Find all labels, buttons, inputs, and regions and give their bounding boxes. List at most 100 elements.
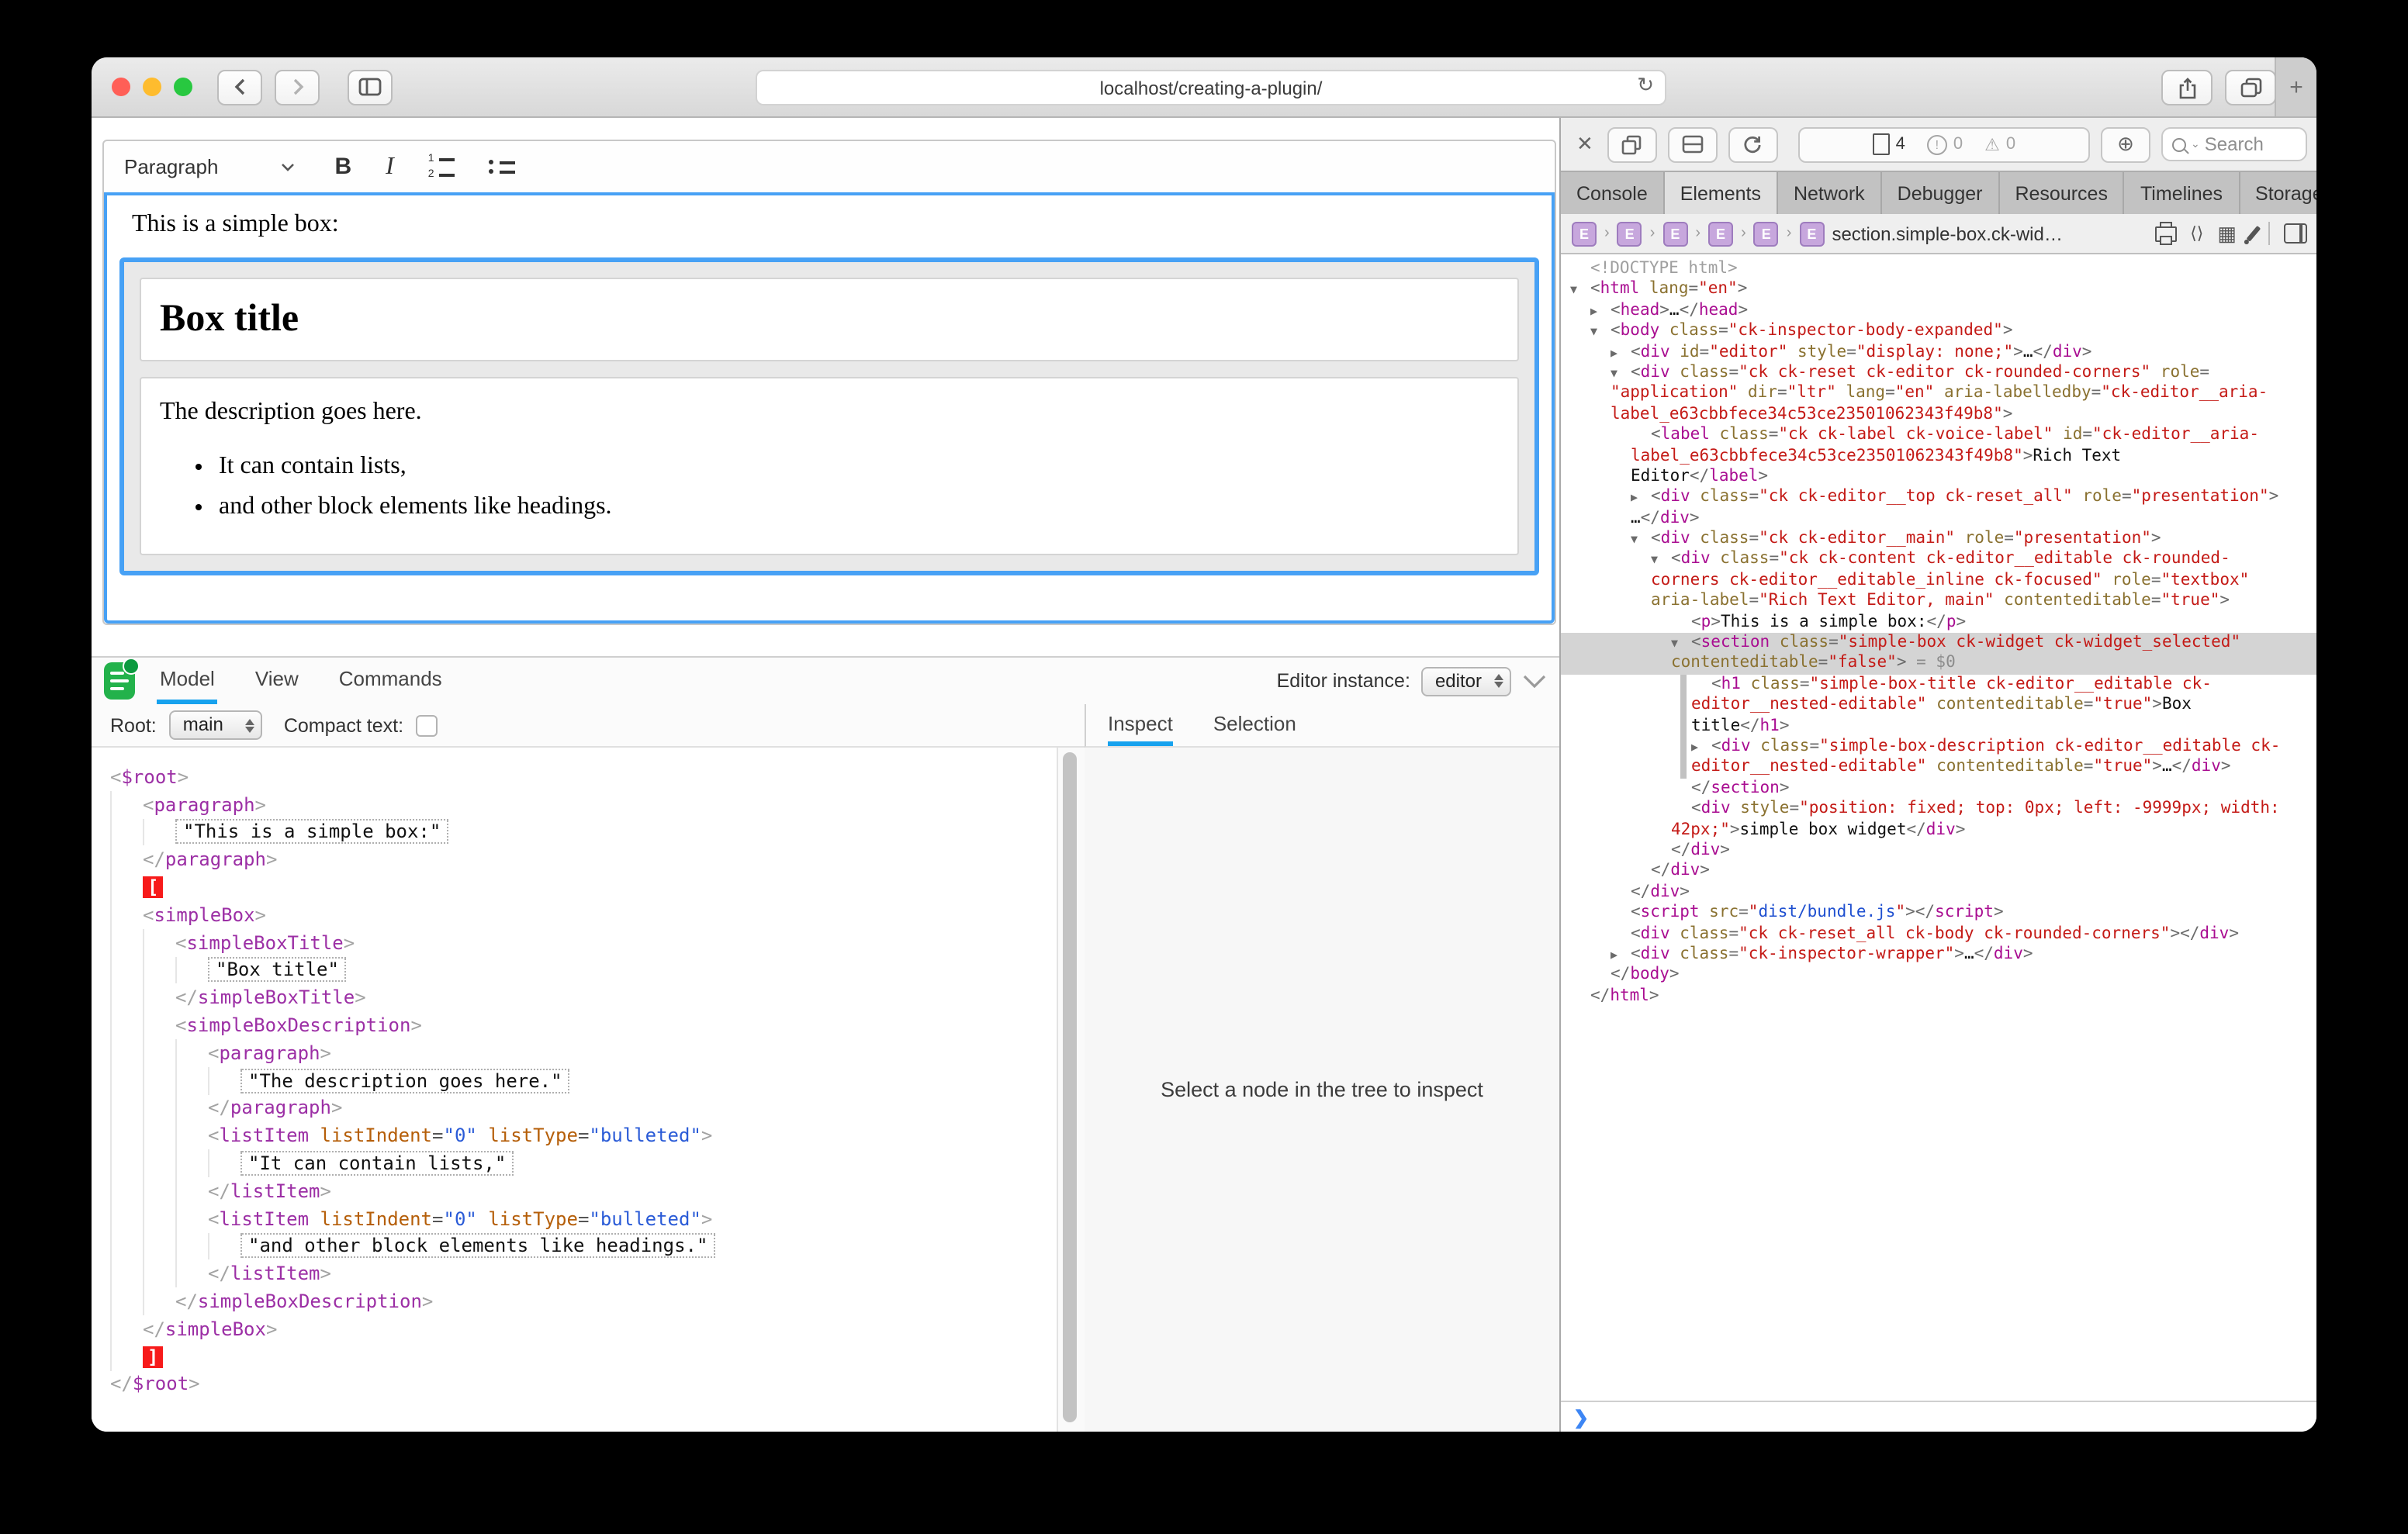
devtools-tab-timelines[interactable]: Timelines bbox=[2125, 172, 2240, 214]
new-tab-button[interactable]: + bbox=[2275, 57, 2316, 116]
intro-paragraph[interactable]: This is a simple box: bbox=[132, 211, 1527, 239]
dom-tree-row[interactable]: </div> bbox=[1561, 862, 2316, 883]
copy-dock-button[interactable] bbox=[1607, 126, 1657, 162]
dom-tree-row[interactable]: </div> bbox=[1561, 882, 2316, 903]
dom-tree-row[interactable]: ▼<body class="ck-inspector-body-expanded… bbox=[1561, 321, 2316, 342]
model-tree-row[interactable]: <listItem listIndent="0" listType="bulle… bbox=[92, 1122, 1085, 1150]
dom-tree-row[interactable]: title</h1> bbox=[1561, 716, 2316, 737]
model-tree-row[interactable]: </simpleBoxDescription> bbox=[92, 1287, 1085, 1315]
element-crumb-icon[interactable]: E bbox=[1617, 221, 1642, 246]
dom-tree-row[interactable]: <label class="ck ck-label ck-voice-label… bbox=[1561, 425, 2316, 446]
element-crumb-icon[interactable]: E bbox=[1662, 221, 1687, 246]
devtools-tab-storage[interactable]: Storage bbox=[2240, 172, 2316, 214]
description-bullet[interactable]: and other block elements like headings. bbox=[219, 493, 1499, 521]
printer-icon[interactable] bbox=[2154, 226, 2176, 241]
simple-box-widget[interactable]: Box title The description goes here. It … bbox=[119, 257, 1539, 575]
model-tree-row[interactable]: "The description goes here." bbox=[92, 1067, 1085, 1095]
description-paragraph[interactable]: The description goes here. bbox=[160, 399, 1499, 427]
show-source-icon[interactable]: ⟨⟩ bbox=[2190, 223, 2203, 244]
model-tree-row[interactable]: </simpleBox> bbox=[92, 1315, 1085, 1343]
model-tree-row[interactable]: </paragraph> bbox=[92, 846, 1085, 874]
bold-button[interactable]: B bbox=[334, 154, 351, 180]
url-field[interactable]: localhost/creating-a-plugin/ ↻ bbox=[756, 70, 1666, 105]
inspector-tab-model[interactable]: Model bbox=[157, 658, 218, 704]
dom-tree-row[interactable]: <p>This is a simple box:</p> bbox=[1561, 612, 2316, 633]
zoom-window-button[interactable] bbox=[174, 78, 192, 96]
grid-overlay-icon[interactable]: ▦ bbox=[2217, 221, 2237, 246]
dom-tree-row[interactable]: label_e63cbbfece34c53ce23501062343f49b8"… bbox=[1561, 446, 2316, 467]
dom-tree-row[interactable]: <div style="position: fixed; top: 0px; l… bbox=[1561, 799, 2316, 820]
numbered-list-button[interactable]: 1 2 bbox=[428, 154, 455, 180]
forward-button[interactable] bbox=[275, 69, 320, 105]
reload-icon[interactable]: ↻ bbox=[1637, 73, 1654, 98]
collapse-inspector-button[interactable] bbox=[1522, 674, 1547, 688]
description-bullet[interactable]: It can contain lists, bbox=[219, 453, 1499, 481]
dom-tree-row[interactable]: <div class="ck ck-reset_all ck-body ck-r… bbox=[1561, 924, 2316, 945]
dom-tree-row[interactable]: editor__nested-editable" contenteditable… bbox=[1561, 758, 2316, 779]
styles-brush-icon[interactable] bbox=[2246, 226, 2260, 241]
model-tree-row[interactable]: [ bbox=[92, 873, 1085, 901]
model-tree-row[interactable]: <simpleBox> bbox=[92, 901, 1085, 929]
model-tree-row[interactable]: "This is a simple box:" bbox=[92, 818, 1085, 846]
element-crumb-icon[interactable]: E bbox=[1572, 221, 1597, 246]
model-tree-row[interactable]: <simpleBoxTitle> bbox=[92, 929, 1085, 957]
model-tree-row[interactable]: </listItem> bbox=[92, 1177, 1085, 1205]
dom-tree-row[interactable]: ▼<div class="ck ck-editor__main" role="p… bbox=[1561, 529, 2316, 550]
devtools-tab-console[interactable]: Console bbox=[1561, 172, 1665, 214]
devtools-tab-elements[interactable]: Elements bbox=[1665, 172, 1778, 214]
dom-tree-row[interactable]: ▶<div id="editor" style="display: none;"… bbox=[1561, 342, 2316, 363]
inspector-tab-view[interactable]: View bbox=[252, 658, 302, 704]
paragraph-dropdown[interactable]: Paragraph bbox=[124, 155, 294, 178]
sidebar-button[interactable] bbox=[348, 69, 393, 105]
model-tree-row[interactable]: <simpleBoxDescription> bbox=[92, 1011, 1085, 1039]
simple-box-description[interactable]: The description goes here. It can contai… bbox=[140, 377, 1519, 555]
dock-bottom-button[interactable] bbox=[1668, 126, 1718, 162]
model-tree-row[interactable]: </listItem> bbox=[92, 1260, 1085, 1288]
model-tree-row[interactable]: <paragraph> bbox=[92, 791, 1085, 819]
model-tree-row[interactable]: <$root> bbox=[92, 763, 1085, 791]
tree-scrollbar[interactable] bbox=[1057, 748, 1085, 1432]
model-tree-row[interactable]: <paragraph> bbox=[92, 1039, 1085, 1067]
model-tree-row[interactable]: "and other block elements like headings.… bbox=[92, 1232, 1085, 1260]
model-tree-row[interactable]: "Box title" bbox=[92, 956, 1085, 984]
dom-tree-row[interactable]: <!DOCTYPE html> bbox=[1561, 259, 2316, 280]
tab-overview-button[interactable] bbox=[2225, 70, 2276, 105]
dom-tree-row[interactable]: ▼<section class="simple-box ck-widget ck… bbox=[1561, 633, 2316, 654]
console-prompt[interactable]: ❯ bbox=[1561, 1401, 2316, 1432]
dom-tree-row[interactable]: contenteditable="false"> = $0 bbox=[1561, 654, 2316, 675]
devtools-tab-resources[interactable]: Resources bbox=[1999, 172, 2125, 214]
scrollbar-thumb[interactable] bbox=[1063, 752, 1077, 1422]
dom-tree-row[interactable]: </section> bbox=[1561, 779, 2316, 800]
model-tree-row[interactable]: </simpleBoxTitle> bbox=[92, 984, 1085, 1012]
simple-box-title[interactable]: Box title bbox=[140, 278, 1519, 361]
dom-tree-row[interactable]: Editor</label> bbox=[1561, 467, 2316, 488]
side-tab-selection[interactable]: Selection bbox=[1213, 704, 1296, 746]
element-picker-button[interactable]: ⊕ bbox=[2101, 126, 2150, 162]
close-devtools-button[interactable]: ✕ bbox=[1576, 132, 1593, 157]
dom-tree-row[interactable]: ▼<html lang="en"> bbox=[1561, 280, 2316, 301]
root-select[interactable]: main bbox=[169, 710, 262, 740]
dom-tree-row[interactable]: </body> bbox=[1561, 966, 2316, 986]
dom-tree-row[interactable]: ▶<div class="ck-inspector-wrapper">…</di… bbox=[1561, 945, 2316, 966]
editor-editable[interactable]: This is a simple box: Box title The desc… bbox=[104, 192, 1555, 624]
dom-tree-row[interactable]: editor__nested-editable" contenteditable… bbox=[1561, 695, 2316, 716]
dom-tree-row[interactable]: ▶<div class="simple-box-description ck-e… bbox=[1561, 737, 2316, 758]
share-button[interactable] bbox=[2161, 70, 2213, 105]
element-crumb-icon[interactable]: E bbox=[1799, 221, 1824, 246]
back-button[interactable] bbox=[217, 69, 262, 105]
resource-summary[interactable]: 4 !0 ⚠0 bbox=[1798, 126, 2090, 162]
dom-tree-row[interactable]: corners ck-editor__editable_inline ck-fo… bbox=[1561, 571, 2316, 592]
italic-button[interactable]: I bbox=[386, 153, 394, 181]
dom-tree-row[interactable]: ▶<div class="ck ck-editor__top ck-reset_… bbox=[1561, 488, 2316, 509]
model-tree-row[interactable]: </paragraph> bbox=[92, 1094, 1085, 1122]
model-tree-row[interactable]: ] bbox=[92, 1342, 1085, 1370]
dom-tree-row[interactable]: ▼<div class="ck ck-reset ck-editor ck-ro… bbox=[1561, 363, 2316, 384]
dom-tree-row[interactable]: ▼<div class="ck ck-content ck-editor__ed… bbox=[1561, 550, 2316, 571]
dom-tree-row[interactable]: </html> bbox=[1561, 986, 2316, 1007]
dom-tree-row[interactable]: </div> bbox=[1561, 841, 2316, 862]
reload-page-button[interactable] bbox=[1728, 126, 1778, 162]
editor-instance-select[interactable]: editor bbox=[1421, 666, 1511, 696]
devtools-search-field[interactable]: ⌄ Search bbox=[2161, 127, 2307, 161]
side-tab-inspect[interactable]: Inspect bbox=[1108, 704, 1173, 746]
model-tree-row[interactable]: <listItem listIndent="0" listType="bulle… bbox=[92, 1205, 1085, 1233]
